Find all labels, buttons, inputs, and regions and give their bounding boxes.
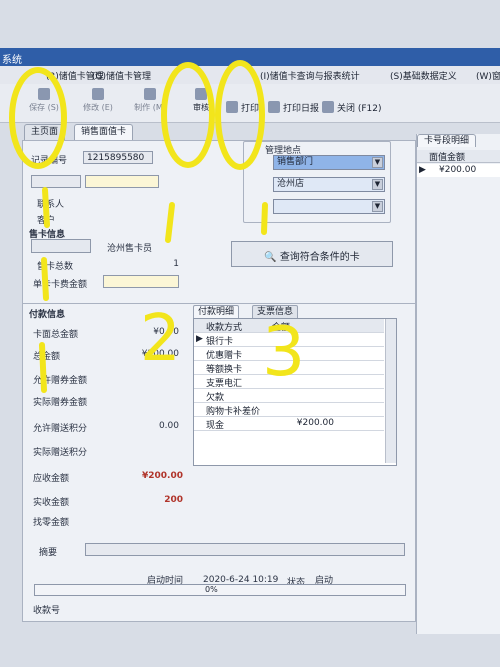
divider [23, 303, 415, 304]
audit-button[interactable]: 审核 [186, 88, 216, 118]
make-button[interactable]: 制作 (M) [128, 88, 172, 118]
grid-scrollbar[interactable] [385, 319, 396, 463]
card-count-value: 1 [173, 259, 179, 269]
store-select[interactable]: 沧州店 ▼ [273, 177, 385, 192]
card-type-field[interactable] [85, 175, 159, 188]
card-face-label: 卡面总金额 [33, 330, 79, 340]
menu-item-window[interactable]: (W)窗口 [476, 69, 500, 82]
exit-icon [322, 101, 334, 113]
summary-field[interactable] [85, 543, 405, 556]
table-row[interactable]: 支票电汇 [194, 375, 384, 389]
received-value[interactable]: 200 [113, 495, 183, 505]
customer-label: 客户 [37, 216, 56, 226]
card-fee-field[interactable] [103, 275, 179, 288]
menu-bar: (3)储值卡管理 (G)储值卡管理 (I)储值卡查询与报表统计 (S)基础数据定… [0, 66, 500, 85]
seller-label: 沧州售卡员 [107, 244, 153, 254]
progress-text: 0% [205, 585, 218, 594]
grid-header: 收款方式 金额 [194, 319, 384, 333]
table-row[interactable]: 等额换卡 [194, 361, 384, 375]
title-bar: 系统 [0, 48, 500, 66]
row-pointer-icon: ▶ [196, 334, 203, 344]
row-pointer-icon: ▶ [419, 165, 426, 175]
menu-item-base-data[interactable]: (S)基础数据定义 [390, 69, 457, 82]
save-icon [38, 88, 50, 100]
chevron-down-icon: ▼ [372, 201, 383, 212]
card-face-value: ¥0.00 [153, 327, 179, 337]
save-button[interactable]: 保存 (S) [24, 88, 64, 118]
tab-pay-detail[interactable]: 付款明细 [193, 305, 240, 319]
close-button[interactable]: 关闭 (F12) [322, 100, 382, 114]
menu-item-value-card[interactable]: (G)储值卡管理 [92, 69, 151, 82]
table-row[interactable]: 现金 ¥200.00 [194, 417, 384, 431]
card-fee-label: 单卡卡费金额 [33, 280, 88, 290]
edit-icon [92, 88, 104, 100]
extra-select[interactable]: ▼ [273, 199, 385, 214]
chevron-down-icon: ▼ [372, 179, 383, 190]
change-label: 找零金额 [33, 518, 70, 528]
make-icon [144, 88, 156, 100]
table-row[interactable]: 欠款 [194, 389, 384, 403]
edit-button[interactable]: 修改 (E) [76, 88, 120, 118]
printer-icon [268, 101, 280, 113]
payment-grid: 收款方式 金额 ▶ 银行卡 优惠赠卡 等额换卡 支票电汇 欠款 购物卡补差价 现… [193, 318, 397, 466]
total-value: ¥200.00 [141, 349, 179, 359]
summary-label: 摘要 [39, 548, 58, 558]
menu-item-query-report[interactable]: (I)储值卡查询与报表统计 [260, 69, 360, 82]
receivable-value: ¥200.00 [142, 471, 183, 481]
print-button[interactable]: 打印 [226, 100, 259, 114]
total-label: 总金额 [33, 352, 61, 362]
table-row[interactable]: ▶ ¥200.00 [417, 164, 500, 177]
card-type-button[interactable] [31, 175, 81, 188]
table-row[interactable]: ▶ 银行卡 [194, 333, 384, 347]
receivable-label: 应收金额 [33, 474, 70, 484]
card-count-label: 售卡总数 [37, 262, 74, 272]
tab-sell-card[interactable]: 销售面值卡 [74, 124, 134, 140]
column-header-method: 收款方式 [206, 323, 243, 333]
column-header-face-value: 面值金额 [417, 150, 500, 163]
seller-button[interactable] [31, 239, 91, 253]
print-daily-button[interactable]: 打印日报 [268, 100, 319, 114]
table-row[interactable]: 优惠赠卡 [194, 347, 384, 361]
progress-bar: 0% [34, 584, 406, 596]
tab-card-range[interactable]: 卡号段明细 [417, 134, 477, 147]
contact-label: 联系人 [37, 200, 65, 210]
pay-section-title: 付款信息 [29, 310, 66, 320]
dept-select[interactable]: 销售部门 ▼ [273, 155, 385, 170]
receipt-label: 收款号 [33, 606, 61, 616]
table-row[interactable]: 购物卡补差价 [194, 403, 384, 417]
record-no-label: 记录编号 [31, 156, 68, 166]
allow-points-value: 0.00 [158, 421, 179, 431]
toolbar: 保存 (S) 修改 (E) 制作 (M) 审核 打印 打印日报 关闭 (F12) [0, 84, 500, 123]
actual-coupon-label: 实际赠券金额 [33, 398, 88, 408]
check-icon [195, 88, 207, 100]
search-icon: 🔍 [264, 252, 277, 263]
window-title: 系统 [2, 55, 22, 66]
allow-points-label: 允许赠送积分 [33, 424, 88, 434]
query-cards-button[interactable]: 🔍 查询符合条件的卡 [231, 241, 393, 267]
received-label: 实收金额 [33, 498, 70, 508]
card-range-panel: 卡号段明细 面值金额 ▶ ¥200.00 [416, 134, 500, 634]
allow-coupon-label: 允许赠券金额 [33, 376, 88, 386]
record-no-field[interactable]: 1215895580 [83, 151, 153, 164]
tab-check-info[interactable]: 支票信息 [252, 305, 299, 319]
column-header-amount: 金额 [272, 323, 291, 333]
tab-home[interactable]: 主页面 [24, 124, 66, 140]
actual-points-label: 实际赠送积分 [33, 448, 88, 458]
chevron-down-icon: ▼ [372, 157, 383, 168]
printer-icon [226, 101, 238, 113]
